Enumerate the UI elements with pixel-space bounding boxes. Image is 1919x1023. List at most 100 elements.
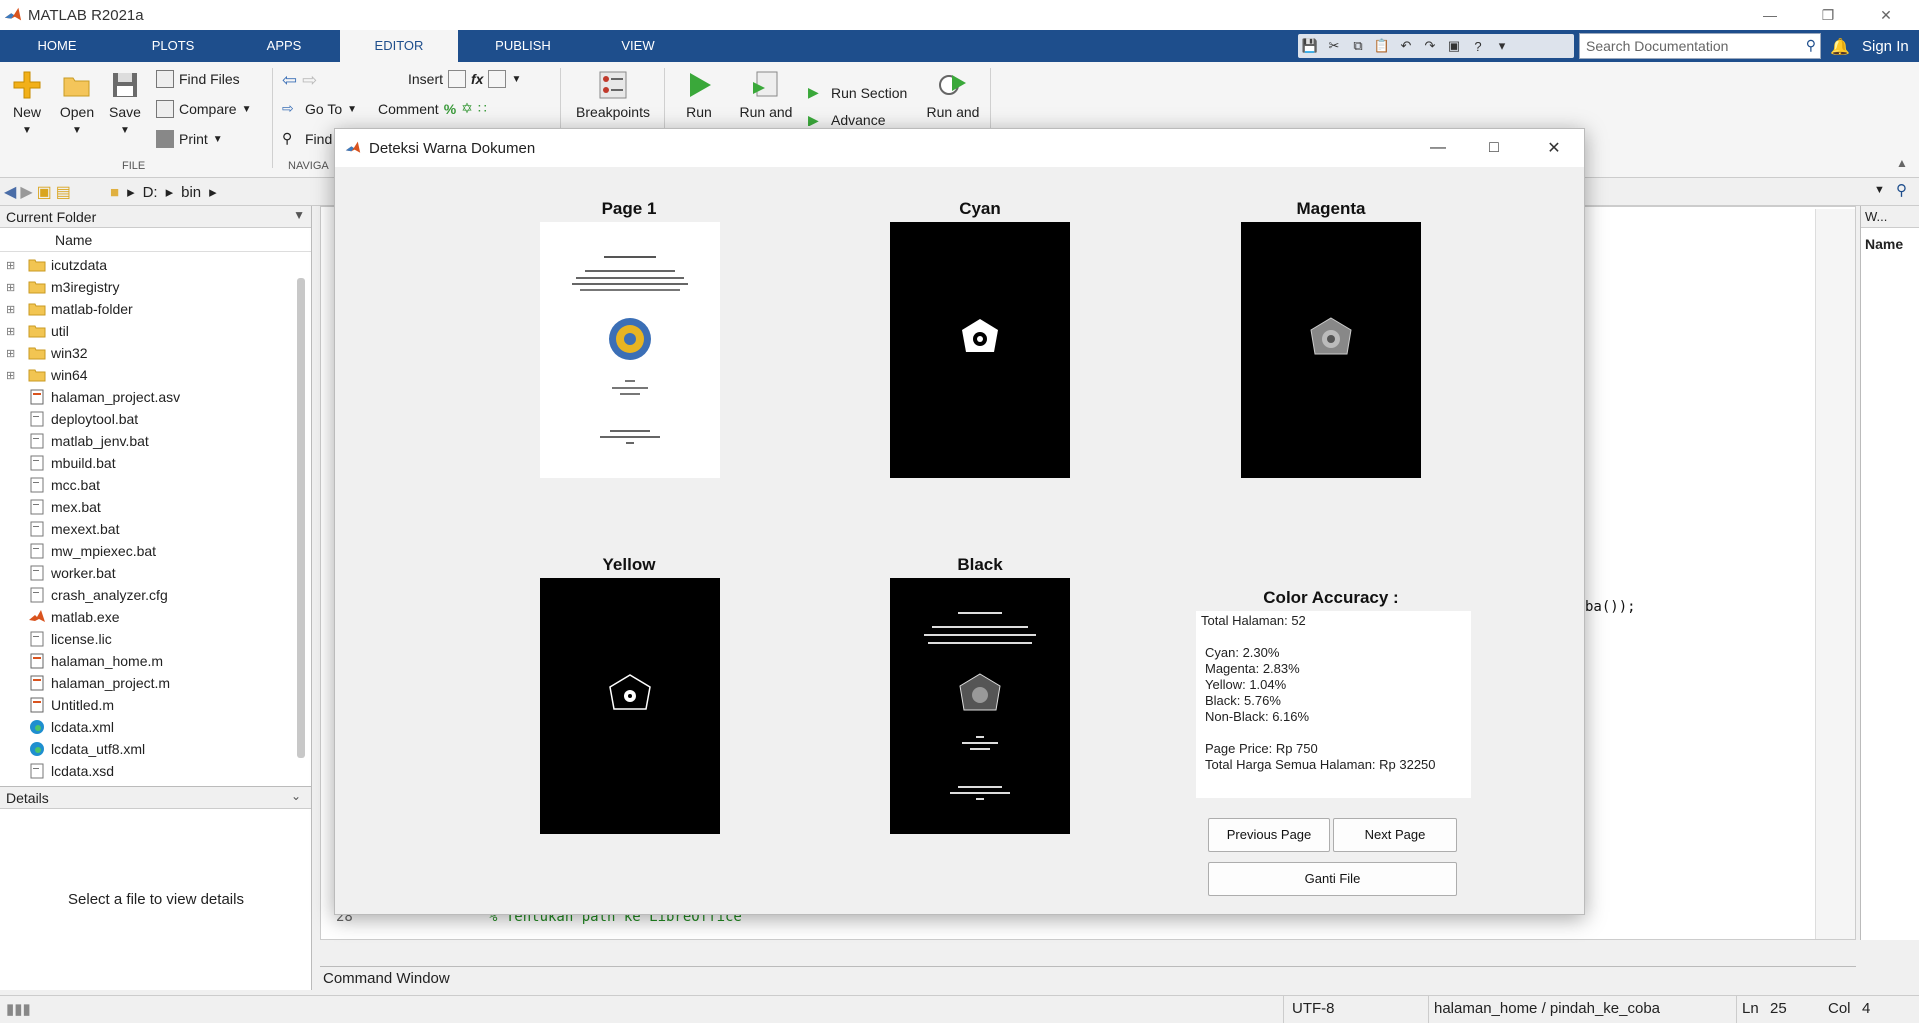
- file-list-scrollbar[interactable]: [297, 278, 305, 758]
- expand-icon[interactable]: ⊞: [6, 369, 18, 382]
- new-button[interactable]: New ▼: [6, 70, 48, 136]
- insert-button[interactable]: Insert fx ▼: [408, 70, 521, 88]
- search-folder-icon[interactable]: ⚲: [1896, 181, 1907, 199]
- run-button[interactable]: Run: [676, 70, 722, 120]
- file-row[interactable]: halaman_home.m: [0, 650, 296, 672]
- browse-folder-icon[interactable]: ▤: [56, 182, 71, 202]
- folder-row[interactable]: ⊞ icutzdata: [0, 254, 296, 276]
- editor-scrollbar[interactable]: [1815, 209, 1855, 939]
- dialog-minimize-icon[interactable]: —: [1415, 129, 1461, 167]
- forward-arrow-icon[interactable]: ⇨: [302, 70, 317, 91]
- percent-icon[interactable]: %: [444, 101, 456, 117]
- breadcrumb-drive[interactable]: D:: [143, 184, 158, 201]
- run-and-time-button[interactable]: Run and: [922, 70, 984, 120]
- function-template-icon[interactable]: [488, 70, 507, 88]
- address-dropdown-icon[interactable]: ▼: [1874, 184, 1885, 196]
- nav-back-forward[interactable]: ⇦ ⇨: [282, 70, 317, 91]
- file-row[interactable]: mexext.bat: [0, 518, 296, 540]
- tab-apps[interactable]: APPS: [232, 30, 336, 62]
- comment-button[interactable]: Comment% ✡ ∷: [378, 100, 487, 117]
- folder-row[interactable]: ⊞ matlab-folder: [0, 298, 296, 320]
- breakpoints-button[interactable]: Breakpoints: [568, 70, 658, 120]
- name-column-header[interactable]: Name: [0, 228, 311, 252]
- run-and-advance-button[interactable]: Run and: [734, 70, 798, 120]
- file-row[interactable]: halaman_project.asv: [0, 386, 296, 408]
- tab-publish[interactable]: PUBLISH: [462, 30, 584, 62]
- breadcrumb-separator[interactable]: ▸: [209, 183, 217, 201]
- chevron-down-icon[interactable]: ⌄: [291, 789, 301, 803]
- wrap-comment-icon[interactable]: ∷: [478, 100, 487, 117]
- next-page-button[interactable]: Next Page: [1333, 818, 1457, 852]
- print-button[interactable]: Print ▼: [156, 130, 223, 148]
- advance-button[interactable]: ▶ Advance: [808, 112, 885, 126]
- go-to-button[interactable]: ⇨ Go To ▼: [282, 100, 357, 118]
- paste-icon[interactable]: 📋: [1370, 38, 1394, 54]
- breadcrumb-folder[interactable]: bin: [181, 184, 201, 201]
- panel-options-icon[interactable]: ▼: [293, 208, 305, 222]
- expand-icon[interactable]: ⊞: [6, 281, 18, 294]
- switch-windows-icon[interactable]: ▣: [1442, 38, 1466, 54]
- file-row[interactable]: worker.bat: [0, 562, 296, 584]
- undo-icon[interactable]: ↶: [1394, 38, 1418, 54]
- find-files-button[interactable]: Find Files: [156, 70, 240, 88]
- back-icon[interactable]: ◀: [4, 182, 16, 202]
- expand-icon[interactable]: ⊞: [6, 347, 18, 360]
- breadcrumb-separator[interactable]: ▸: [127, 183, 135, 201]
- search-icon[interactable]: ⚲: [1806, 37, 1816, 54]
- folder-row[interactable]: ⊞ win32: [0, 342, 296, 364]
- ganti-file-button[interactable]: Ganti File: [1208, 862, 1457, 896]
- up-folder-icon[interactable]: ▣: [37, 182, 52, 202]
- expand-icon[interactable]: ⊞: [6, 303, 18, 316]
- redo-icon[interactable]: ↷: [1418, 38, 1442, 54]
- tab-editor[interactable]: EDITOR: [340, 30, 458, 62]
- fx-icon[interactable]: fx: [471, 71, 483, 87]
- file-row[interactable]: deploytool.bat: [0, 408, 296, 430]
- file-row[interactable]: halaman_project.m: [0, 672, 296, 694]
- file-row[interactable]: lcdata.xsd: [0, 760, 296, 782]
- collapse-ribbon-icon[interactable]: ▲: [1896, 156, 1908, 170]
- expand-icon[interactable]: ⊞: [6, 325, 18, 338]
- help-icon[interactable]: ?: [1466, 39, 1490, 54]
- file-row[interactable]: crash_analyzer.cfg: [0, 584, 296, 606]
- find-button[interactable]: ⚲ Find: [282, 130, 332, 148]
- dialog-maximize-icon[interactable]: □: [1471, 129, 1517, 167]
- restore-icon[interactable]: ❐: [1805, 0, 1851, 30]
- back-arrow-icon[interactable]: ⇦: [282, 70, 297, 91]
- file-row[interactable]: matlab_jenv.bat: [0, 430, 296, 452]
- file-row[interactable]: matlab.exe: [0, 606, 296, 628]
- file-row[interactable]: license.lic: [0, 628, 296, 650]
- command-window-header[interactable]: Command Window: [320, 966, 1856, 990]
- notification-bell-icon[interactable]: 🔔: [1830, 37, 1850, 57]
- file-row[interactable]: mw_mpiexec.bat: [0, 540, 296, 562]
- file-row[interactable]: Untitled.m: [0, 694, 296, 716]
- file-row[interactable]: mex.bat: [0, 496, 296, 518]
- run-section-button[interactable]: ▶ Run Section: [808, 84, 907, 102]
- dialog-close-icon[interactable]: ✕: [1531, 129, 1577, 167]
- compare-button[interactable]: Compare ▼: [156, 100, 252, 118]
- tab-view[interactable]: VIEW: [584, 30, 692, 62]
- sign-in-link[interactable]: Sign In: [1862, 38, 1909, 55]
- dropdown-icon[interactable]: ▾: [1490, 38, 1514, 54]
- file-row[interactable]: lcdata.xml: [0, 716, 296, 738]
- open-button[interactable]: Open ▼: [56, 70, 98, 136]
- uncomment-icon[interactable]: ✡: [461, 100, 473, 117]
- copy-icon[interactable]: ⧉: [1346, 38, 1370, 54]
- tab-home[interactable]: HOME: [0, 30, 114, 62]
- breadcrumb-separator[interactable]: ▸: [166, 183, 174, 201]
- file-row[interactable]: mbuild.bat: [0, 452, 296, 474]
- save-button[interactable]: Save ▼: [104, 70, 146, 136]
- search-documentation-input[interactable]: Search Documentation ⚲: [1579, 33, 1821, 59]
- save-icon[interactable]: 💾: [1298, 38, 1322, 54]
- folder-row[interactable]: ⊞ m3iregistry: [0, 276, 296, 298]
- close-icon[interactable]: ✕: [1863, 0, 1909, 30]
- function-indicator[interactable]: halaman_home / pindah_ke_coba: [1434, 1000, 1660, 1017]
- tab-plots[interactable]: PLOTS: [114, 30, 232, 62]
- minimize-icon[interactable]: —: [1747, 0, 1793, 30]
- folder-row[interactable]: ⊞ win64: [0, 364, 296, 386]
- cut-icon[interactable]: ✂: [1322, 38, 1346, 54]
- workspace-name-column[interactable]: Name: [1861, 228, 1919, 260]
- file-row[interactable]: lcdata_utf8.xml: [0, 738, 296, 760]
- expand-icon[interactable]: ⊞: [6, 259, 18, 272]
- folder-row[interactable]: ⊞ util: [0, 320, 296, 342]
- file-row[interactable]: mcc.bat: [0, 474, 296, 496]
